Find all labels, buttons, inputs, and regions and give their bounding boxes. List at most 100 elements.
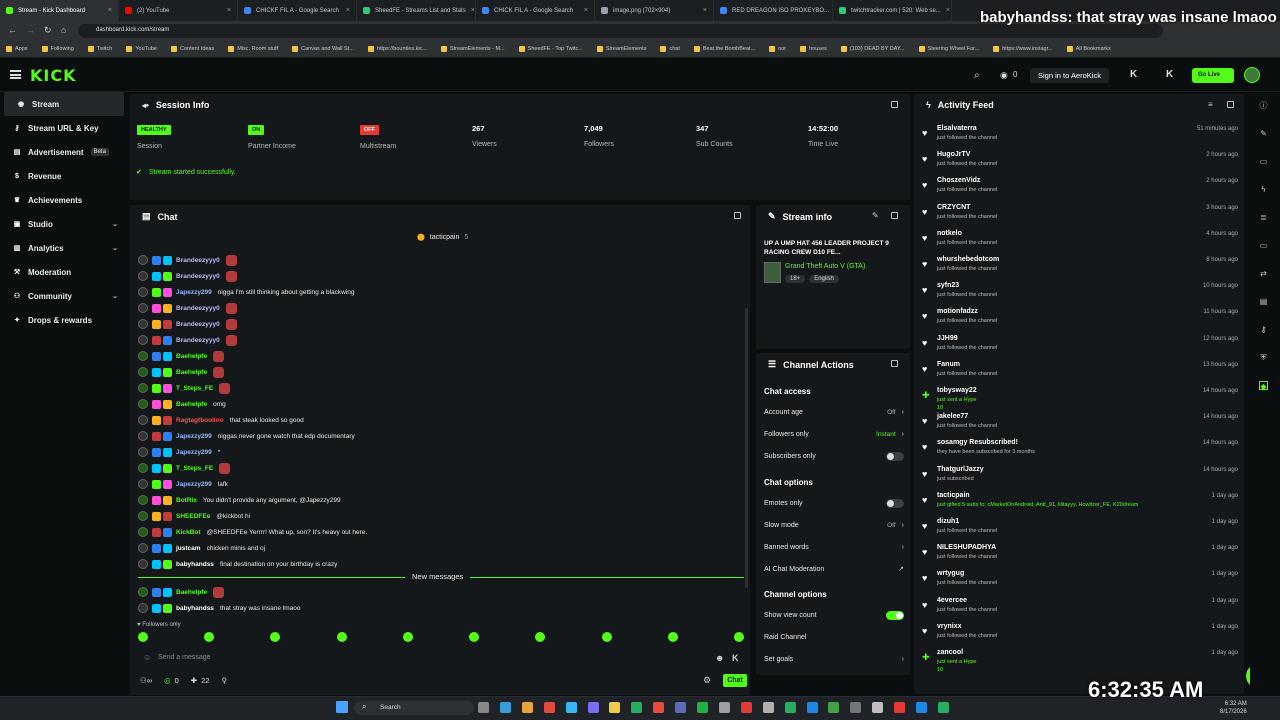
quick-emote-icon[interactable]: [270, 632, 281, 642]
avatar[interactable]: [138, 319, 148, 329]
go-live-button[interactable]: Go Live: [1192, 68, 1234, 83]
quick-emote-icon[interactable]: [336, 632, 347, 642]
notification-icon[interactable]: ◉: [1000, 70, 1008, 81]
quick-emote-icon[interactable]: [138, 632, 148, 642]
activity-username[interactable]: vrynixx: [937, 623, 962, 630]
quick-emote-icon[interactable]: [667, 632, 678, 642]
activity-popout-icon[interactable]: [1227, 101, 1234, 108]
avatar[interactable]: [138, 543, 148, 553]
quick-emote-icon[interactable]: [469, 632, 480, 642]
avatar[interactable]: [138, 303, 148, 313]
sidebar-item-studio[interactable]: ▣ Studio ⌄: [0, 212, 128, 236]
chat-username[interactable]: KickBot: [176, 529, 201, 536]
taskbar-app-icon[interactable]: [916, 702, 927, 713]
pinned-gift-banner[interactable]: ⬤ tacticpain 5: [417, 233, 468, 241]
system-clock[interactable]: 6:32 AM 8/17/2026: [1220, 700, 1247, 716]
taskbar-app-icon[interactable]: [784, 702, 796, 713]
chat-scrollbar[interactable]: [745, 308, 748, 588]
people-icon[interactable]: ⚇∞: [140, 676, 152, 685]
avatar[interactable]: [138, 399, 148, 409]
menu-icon[interactable]: [10, 70, 21, 79]
filter-icon[interactable]: ≡: [1208, 100, 1213, 109]
chat-username[interactable]: babyhandss: [176, 561, 214, 568]
activity-username[interactable]: zancool: [937, 649, 963, 656]
panel-icon[interactable]: ▭: [1259, 157, 1268, 166]
layers-icon[interactable]: ▤: [1259, 297, 1268, 306]
bolt-icon[interactable]: ϟ: [1259, 185, 1268, 194]
activity-username[interactable]: Fanum: [937, 361, 960, 368]
sidebar-item-drops-rewards[interactable]: ✦ Drops & rewards: [0, 308, 128, 332]
bookmark-item[interactable]: oor: [769, 46, 786, 52]
bookmark-item[interactable]: (103) DEAD BY DAY...: [840, 46, 905, 52]
taskbar-app-icon[interactable]: [850, 702, 862, 713]
bookmark-item[interactable]: houses: [800, 46, 827, 52]
taskbar-app-icon[interactable]: [872, 702, 884, 713]
activity-username[interactable]: Elsalvaterra: [937, 125, 977, 132]
activity-username[interactable]: motionfadzz: [937, 308, 978, 315]
chat-username[interactable]: Brandeezyyy0: [176, 273, 220, 280]
activity-username[interactable]: notkelo: [937, 230, 962, 237]
avatar[interactable]: [138, 287, 148, 297]
taskbar-app-icon[interactable]: [718, 702, 730, 713]
chat-username[interactable]: Brandeezyyy0: [176, 337, 220, 344]
chat-username[interactable]: Japezzy299: [176, 289, 212, 296]
avatar[interactable]: [1244, 67, 1260, 83]
raid-channel-option[interactable]: Raid Channel: [764, 630, 904, 644]
close-icon[interactable]: ×: [946, 7, 950, 14]
sidebar-item-advertisement[interactable]: ▤ Advertisement Beta: [0, 140, 128, 164]
activity-username[interactable]: syfn23: [937, 282, 959, 289]
sidebar-item-revenue[interactable]: $ Revenue: [0, 164, 128, 188]
set-goals-option[interactable]: Set goals ›: [764, 652, 904, 666]
avatar[interactable]: [138, 335, 148, 345]
browser-tab[interactable]: twitchtracker.com | 520: Web se... ×: [833, 0, 952, 21]
sidebar-item-moderation[interactable]: ⚒ Moderation: [0, 260, 128, 284]
taskbar-app-icon[interactable]: [478, 702, 489, 713]
sidebar-item-stream-url-key[interactable]: ⚷ Stream URL & Key: [0, 116, 128, 140]
home-icon[interactable]: ⌂: [61, 25, 66, 35]
browser-tab[interactable]: CHICKF FIL A - Google Search ×: [238, 0, 357, 21]
chat-username[interactable]: Ragtagtboolino: [176, 417, 224, 424]
quick-emote-icon[interactable]: [733, 632, 744, 642]
info-icon[interactable]: ⓘ: [1259, 101, 1268, 110]
taskbar-app-icon[interactable]: [740, 702, 752, 713]
list-icon[interactable]: ≣: [1259, 213, 1268, 222]
browser-tab[interactable]: RED DREAGON ISO PROKEYBO...×: [714, 0, 833, 21]
forward-icon[interactable]: →: [26, 25, 35, 35]
close-icon[interactable]: ×: [471, 7, 475, 14]
account-age-option[interactable]: Account age Off ›: [764, 405, 904, 419]
taskbar-app-icon[interactable]: [653, 702, 665, 713]
bookmark-item[interactable]: Apps: [6, 46, 28, 52]
avatar[interactable]: [138, 527, 148, 537]
send-chat-button[interactable]: Chat: [723, 674, 747, 687]
chat-username[interactable]: Japezzy299: [176, 433, 212, 440]
smile-icon[interactable]: ☺: [143, 653, 151, 662]
avatar[interactable]: [138, 559, 148, 569]
browser-tab[interactable]: (2) YouTube ×: [119, 0, 238, 21]
emotes-only-toggle[interactable]: [886, 498, 904, 508]
avatar[interactable]: [138, 447, 148, 457]
aerokick-icon[interactable]: K: [1130, 69, 1137, 80]
quick-emote-icon[interactable]: [601, 632, 612, 642]
activity-username[interactable]: dizuh1: [937, 518, 959, 525]
taskbar-app-icon[interactable]: [587, 702, 599, 713]
taskbar-app-icon[interactable]: [894, 702, 906, 713]
quick-emote-icon[interactable]: [204, 632, 215, 642]
chat-icon[interactable]: ▭: [1259, 241, 1268, 250]
banned-words-option[interactable]: Banned words ›: [764, 540, 904, 554]
taskbar-app-icon[interactable]: [806, 702, 818, 713]
taskbar-app-icon[interactable]: [697, 702, 708, 713]
taskbar-search[interactable]: Search: [354, 701, 474, 715]
sidebar-item-stream[interactable]: ◉ Stream: [4, 92, 124, 116]
avatar[interactable]: [138, 479, 148, 489]
chat-popout-icon[interactable]: [734, 212, 741, 219]
bookmark-item[interactable]: Canvas and Wall St...: [292, 46, 354, 52]
slow-mode-option[interactable]: Slow mode Off ›: [764, 518, 904, 532]
taskbar-app-icon[interactable]: [937, 702, 949, 713]
stream-tag[interactable]: English: [809, 275, 839, 283]
avatar[interactable]: [138, 367, 148, 377]
channel-actions-popout-icon[interactable]: [891, 360, 898, 367]
bookmark-item[interactable]: Steering Wheel For...: [918, 46, 979, 52]
chat-username[interactable]: Baehelpfe: [176, 369, 207, 376]
avatar[interactable]: [138, 603, 148, 613]
chat-username[interactable]: Japezzy299: [176, 449, 212, 456]
